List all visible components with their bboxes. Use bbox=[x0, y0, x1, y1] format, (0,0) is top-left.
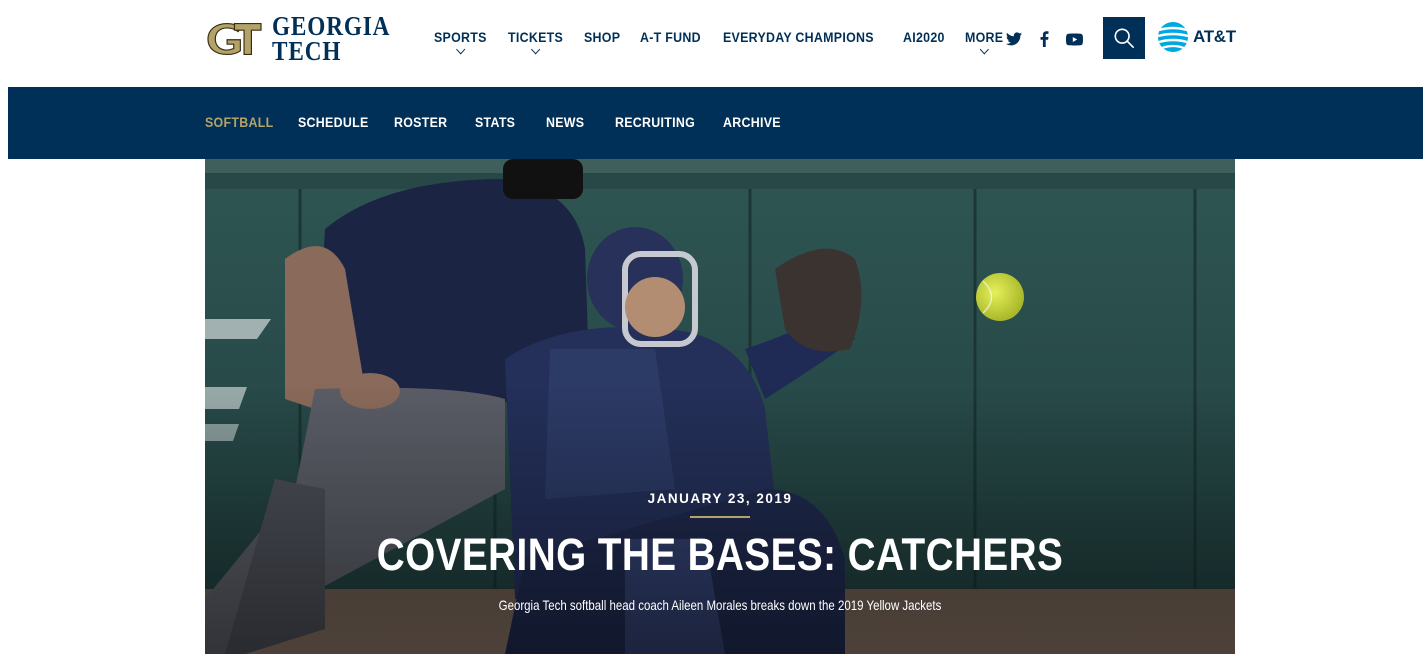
story-title[interactable]: COVERING THE BASES: CATCHERS bbox=[277, 529, 1163, 581]
date-divider bbox=[690, 516, 750, 518]
nav-shop-label: SHOP bbox=[584, 30, 621, 45]
nav-ai2020-label: AI2020 bbox=[903, 30, 945, 45]
twitter-link[interactable] bbox=[1004, 29, 1024, 49]
chevron-down-icon bbox=[979, 44, 989, 55]
logo-wordmark: GEORGIA TECH bbox=[272, 13, 410, 66]
hero-story[interactable]: JANUARY 23, 2019 COVERING THE BASES: CAT… bbox=[205, 159, 1235, 654]
att-wordmark: AT&T bbox=[1193, 27, 1236, 46]
search-button[interactable] bbox=[1103, 17, 1145, 59]
nav-more-label: MORE bbox=[965, 30, 1004, 45]
nav-tickets[interactable]: TICKETS bbox=[507, 30, 563, 55]
twitter-icon bbox=[1006, 32, 1022, 46]
nav-at-fund[interactable]: A-T FUND bbox=[640, 30, 701, 45]
att-sponsor-logo[interactable]: AT&T bbox=[1157, 21, 1236, 53]
nav-tickets-label: TICKETS bbox=[507, 30, 563, 45]
subnav-softball[interactable]: SOFTBALL bbox=[205, 115, 273, 130]
subnav-news[interactable]: NEWS bbox=[546, 115, 584, 130]
youtube-link[interactable] bbox=[1064, 29, 1084, 49]
chevron-down-icon bbox=[530, 44, 540, 55]
site-header: GEORGIA TECH SPORTS TICKETS SHOP A-T FUN… bbox=[0, 0, 1423, 87]
story-date: JANUARY 23, 2019 bbox=[647, 491, 793, 506]
nav-sports[interactable]: SPORTS bbox=[434, 30, 487, 55]
sport-sub-nav: SOFTBALL SCHEDULE ROSTER STATS NEWS RECR… bbox=[8, 87, 1423, 159]
chevron-down-icon bbox=[455, 44, 465, 55]
gt-monogram-icon bbox=[205, 19, 263, 59]
subnav-recruiting[interactable]: RECRUITING bbox=[615, 115, 695, 130]
facebook-link[interactable] bbox=[1034, 29, 1054, 49]
story-subtitle: Georgia Tech softball head coach Aileen … bbox=[498, 597, 942, 613]
att-globe-icon bbox=[1157, 22, 1189, 52]
subnav-archive[interactable]: ARCHIVE bbox=[723, 115, 781, 130]
main-nav: SPORTS TICKETS SHOP A-T FUND EVERYDAY CH… bbox=[434, 30, 1023, 55]
logo-line-2: TECH bbox=[272, 36, 342, 66]
nav-shop[interactable]: SHOP bbox=[584, 30, 620, 45]
nav-everyday-champions[interactable]: EVERYDAY CHAMPIONS bbox=[723, 30, 874, 45]
nav-more[interactable]: MORE bbox=[965, 30, 1004, 55]
subnav-schedule[interactable]: SCHEDULE bbox=[298, 115, 369, 130]
subnav-roster[interactable]: ROSTER bbox=[394, 115, 447, 130]
nav-sports-label: SPORTS bbox=[434, 30, 487, 45]
facebook-icon bbox=[1040, 31, 1048, 47]
search-icon bbox=[1114, 28, 1134, 48]
subnav-stats[interactable]: STATS bbox=[475, 115, 515, 130]
youtube-icon bbox=[1065, 32, 1083, 46]
georgia-tech-logo[interactable]: GEORGIA TECH bbox=[205, 10, 410, 68]
nav-everyday-champions-label: EVERYDAY CHAMPIONS bbox=[722, 30, 874, 45]
nav-at-fund-label: A-T FUND bbox=[640, 30, 701, 45]
nav-ai2020[interactable]: AI2020 bbox=[903, 30, 945, 45]
